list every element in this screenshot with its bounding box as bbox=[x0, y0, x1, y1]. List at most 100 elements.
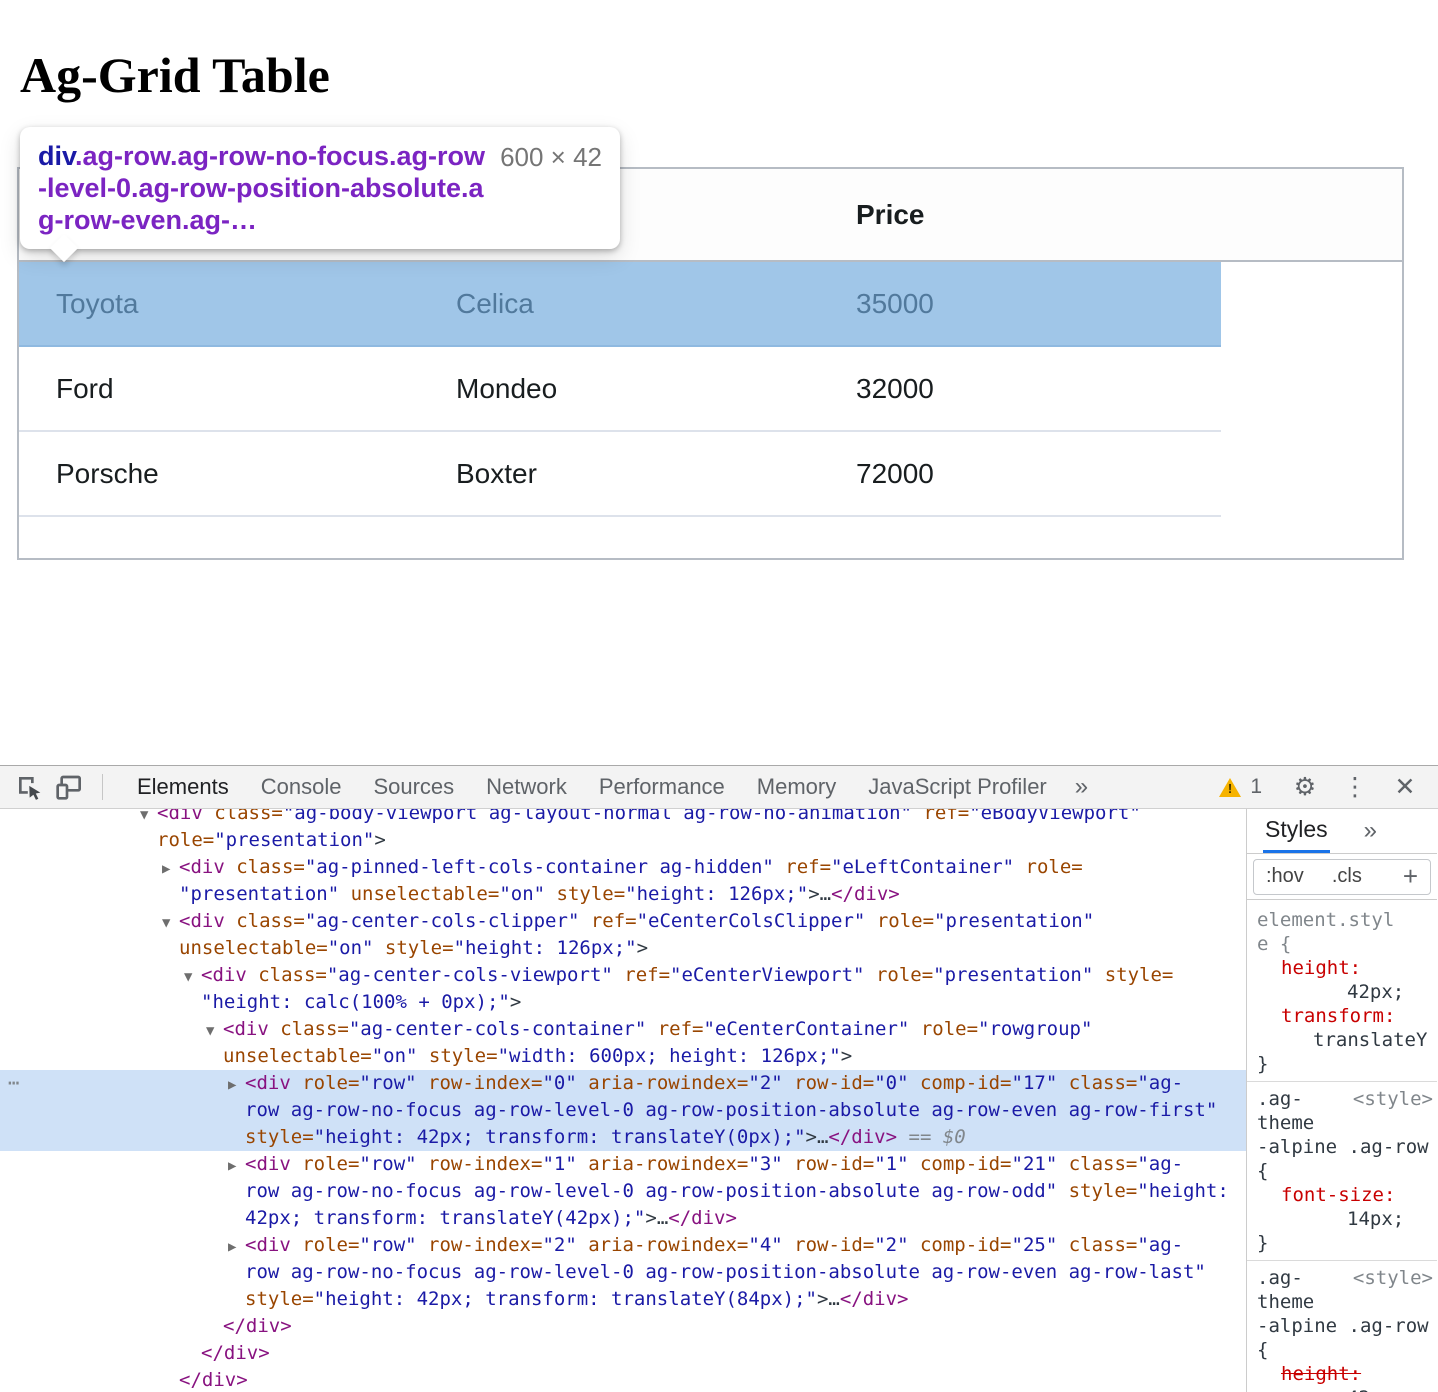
new-style-rule-button[interactable]: + bbox=[1403, 861, 1418, 892]
tree-line[interactable]: ▶<div role="row" row-index="1" aria-rowi… bbox=[0, 1151, 1246, 1178]
devtools-panel: ElementsConsoleSourcesNetworkPerformance… bbox=[0, 765, 1438, 1392]
style-line[interactable]: -alpine .ag-row bbox=[1247, 1314, 1437, 1338]
tree-line[interactable]: "presentation" unselectable="on" style="… bbox=[0, 881, 1246, 908]
style-line[interactable]: height: bbox=[1247, 956, 1437, 980]
style-line[interactable]: .ag-<style> bbox=[1247, 1087, 1437, 1111]
device-toolbar-icon[interactable] bbox=[52, 770, 86, 804]
tree-line[interactable]: unselectable="on" style="width: 600px; h… bbox=[0, 1043, 1246, 1070]
tree-line[interactable]: "height: calc(100% + 0px);"> bbox=[0, 989, 1246, 1016]
grid-cell[interactable]: Mondeo bbox=[419, 347, 819, 430]
tree-line[interactable]: ▼<div class="ag-center-cols-viewport" re… bbox=[0, 962, 1246, 989]
tab-javascript-profiler[interactable]: JavaScript Profiler bbox=[852, 766, 1063, 808]
tree-line[interactable]: style="height: 42px; transform: translat… bbox=[0, 1286, 1246, 1313]
expand-arrow-closed-icon[interactable]: ▶ bbox=[228, 1234, 245, 1261]
tab-sources[interactable]: Sources bbox=[357, 766, 470, 808]
more-actions-icon[interactable]: ⋯ bbox=[8, 1070, 19, 1097]
tree-line[interactable]: row ag-row-no-focus ag-row-level-0 ag-ro… bbox=[0, 1178, 1246, 1205]
style-line[interactable]: 42px; bbox=[1247, 1386, 1437, 1392]
style-source-link[interactable]: <style> bbox=[1353, 1087, 1433, 1111]
code-token: "height: 126px;" bbox=[625, 883, 808, 905]
tree-line[interactable]: style="height: 42px; transform: translat… bbox=[0, 1124, 1246, 1151]
style-line[interactable]: theme bbox=[1247, 1111, 1437, 1135]
grid-cell[interactable]: Porsche bbox=[19, 432, 419, 515]
grid-row[interactable]: ToyotaCelica35000 bbox=[19, 262, 1221, 347]
grid-row[interactable]: FordMondeo32000 bbox=[19, 347, 1221, 432]
more-tabs-icon[interactable]: » bbox=[1063, 766, 1100, 808]
grid-cell[interactable]: 35000 bbox=[819, 262, 1219, 345]
expand-arrow-open-icon[interactable]: ▼ bbox=[184, 964, 201, 991]
style-source-link[interactable]: <style> bbox=[1353, 1266, 1433, 1290]
tree-line[interactable]: ▼<div class="ag-center-cols-container" r… bbox=[0, 1016, 1246, 1043]
grid-cell[interactable]: Toyota bbox=[19, 262, 419, 345]
tab-console[interactable]: Console bbox=[245, 766, 358, 808]
console-warning-indicator[interactable]: 1 bbox=[1219, 775, 1262, 799]
code-token: class= bbox=[269, 1018, 349, 1040]
expand-arrow-open-icon[interactable]: ▼ bbox=[206, 1018, 223, 1045]
grid-cell[interactable]: Celica bbox=[419, 262, 819, 345]
tree-line[interactable]: 42px; transform: translateY(42px);">…</d… bbox=[0, 1205, 1246, 1232]
tree-line[interactable]: ▼<div class="ag-body-viewport ag-layout-… bbox=[0, 809, 1246, 827]
style-line[interactable]: } bbox=[1247, 1231, 1437, 1255]
tree-line[interactable]: ⋯▶<div role="row" row-index="0" aria-row… bbox=[0, 1070, 1246, 1097]
code-token: style= bbox=[1093, 964, 1173, 986]
grid-header-cell[interactable]: Price bbox=[819, 169, 1219, 260]
sidebar-more-tabs-icon[interactable]: » bbox=[1364, 817, 1377, 845]
style-line[interactable]: -alpine .ag-row bbox=[1247, 1135, 1437, 1159]
grid-row[interactable]: PorscheBoxter72000 bbox=[19, 432, 1221, 517]
code-token: <div bbox=[201, 964, 247, 986]
close-devtools-icon[interactable]: ✕ bbox=[1388, 770, 1422, 804]
element-classes-button[interactable]: .cls bbox=[1332, 865, 1362, 888]
hover-state-button[interactable]: :hov bbox=[1266, 865, 1304, 888]
warning-icon bbox=[1219, 778, 1241, 797]
style-line[interactable]: element.styl bbox=[1247, 908, 1437, 932]
expand-arrow-closed-icon[interactable]: ▶ bbox=[228, 1072, 245, 1099]
grid-cell[interactable]: 32000 bbox=[819, 347, 1219, 430]
grid-cell[interactable]: Boxter bbox=[419, 432, 819, 515]
tree-line[interactable]: role="presentation"> bbox=[0, 827, 1246, 854]
code-token: unselectable= bbox=[223, 1045, 372, 1067]
tab-memory[interactable]: Memory bbox=[741, 766, 852, 808]
expand-arrow-open-icon[interactable]: ▼ bbox=[162, 910, 179, 937]
style-line[interactable]: { bbox=[1247, 1338, 1437, 1362]
code-token: class= bbox=[247, 964, 327, 986]
style-line[interactable]: e { bbox=[1247, 932, 1437, 956]
style-line[interactable]: font-size: bbox=[1247, 1183, 1437, 1207]
tree-line[interactable]: ▼<div class="ag-center-cols-clipper" ref… bbox=[0, 908, 1246, 935]
tree-line[interactable]: unselectable="on" style="height: 126px;"… bbox=[0, 935, 1246, 962]
tree-line[interactable]: ▶<div class="ag-pinned-left-cols-contain… bbox=[0, 854, 1246, 881]
settings-gear-icon[interactable]: ⚙ bbox=[1288, 770, 1322, 804]
tree-line[interactable]: row ag-row-no-focus ag-row-level-0 ag-ro… bbox=[0, 1259, 1246, 1286]
style-line[interactable]: .ag-<style> bbox=[1247, 1266, 1437, 1290]
expand-arrow-closed-icon[interactable]: ▶ bbox=[228, 1153, 245, 1180]
tree-line[interactable]: </div> bbox=[0, 1313, 1246, 1340]
expand-arrow-open-icon[interactable]: ▼ bbox=[140, 809, 157, 829]
grid-cell[interactable]: 72000 bbox=[819, 432, 1219, 515]
code-token: "eCenterContainer" bbox=[703, 1018, 909, 1040]
style-line[interactable]: } bbox=[1247, 1052, 1437, 1076]
code-token: "ag-center-cols-container" bbox=[349, 1018, 646, 1040]
code-token: "row" bbox=[359, 1153, 416, 1175]
style-line[interactable]: translateY bbox=[1247, 1028, 1437, 1052]
grid-cell[interactable]: Ford bbox=[19, 347, 419, 430]
style-line[interactable]: theme bbox=[1247, 1290, 1437, 1314]
tab-elements[interactable]: Elements bbox=[121, 766, 245, 808]
style-line[interactable]: 42px; bbox=[1247, 980, 1437, 1004]
style-token: transform: bbox=[1281, 1005, 1395, 1027]
kebab-menu-icon[interactable]: ⋮ bbox=[1338, 770, 1372, 804]
style-line[interactable]: 14px; bbox=[1247, 1207, 1437, 1231]
tab-performance[interactable]: Performance bbox=[583, 766, 741, 808]
code-token: row-id= bbox=[783, 1234, 875, 1256]
tree-line[interactable]: ▶<div role="row" row-index="2" aria-rowi… bbox=[0, 1232, 1246, 1259]
style-line[interactable]: height: bbox=[1247, 1362, 1437, 1386]
tab-network[interactable]: Network bbox=[470, 766, 583, 808]
expand-arrow-closed-icon[interactable]: ▶ bbox=[162, 856, 179, 883]
tree-line[interactable]: </div> bbox=[0, 1340, 1246, 1367]
browser-page: Ag-Grid Table Price ToyotaCelica35000For… bbox=[0, 0, 1438, 765]
style-line[interactable]: { bbox=[1247, 1159, 1437, 1183]
code-token: > bbox=[841, 1045, 852, 1067]
tab-styles[interactable]: Styles bbox=[1263, 809, 1330, 853]
tree-line[interactable]: </div> bbox=[0, 1367, 1246, 1392]
style-line[interactable]: transform: bbox=[1247, 1004, 1437, 1028]
tree-line[interactable]: row ag-row-no-focus ag-row-level-0 ag-ro… bbox=[0, 1097, 1246, 1124]
inspect-element-icon[interactable] bbox=[12, 770, 46, 804]
